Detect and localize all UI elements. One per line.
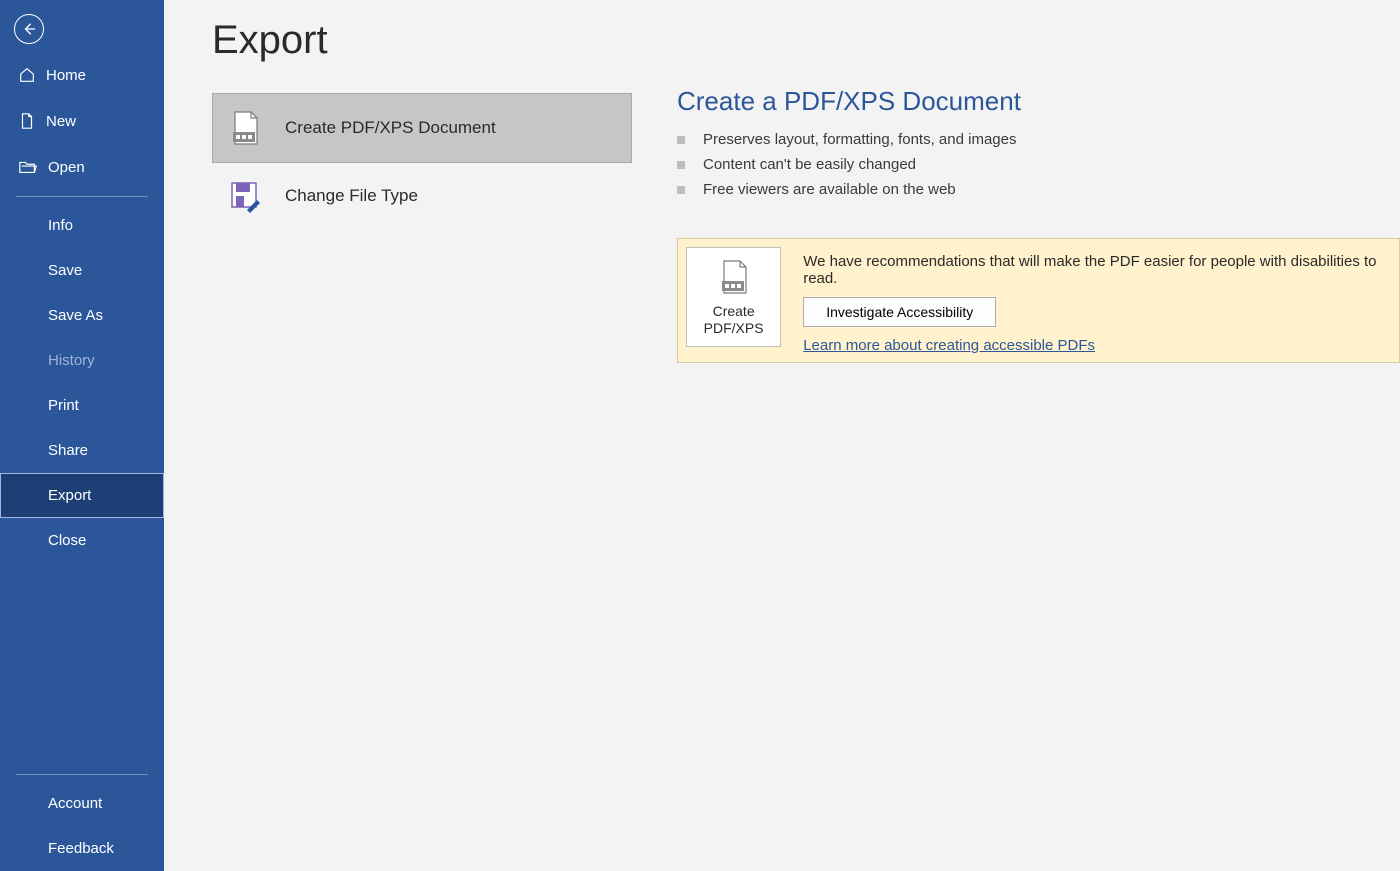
sidebar-item-feedback[interactable]: Feedback — [0, 826, 164, 871]
sidebar-divider — [16, 196, 148, 197]
sidebar-item-new[interactable]: New — [0, 98, 164, 144]
sidebar-item-label: Save As — [48, 307, 103, 324]
sidebar-item-label: Export — [48, 487, 91, 504]
pdf-file-icon — [716, 257, 752, 297]
learn-more-link[interactable]: Learn more about creating accessible PDF… — [803, 337, 1095, 354]
create-tile-label: Create PDF/XPS — [687, 303, 780, 338]
sidebar-item-label: Open — [48, 159, 85, 176]
sidebar-item-home[interactable]: Home — [0, 52, 164, 98]
arrow-left-icon — [22, 22, 36, 36]
sidebar: Home New Open Info Save Save As History … — [0, 0, 164, 871]
sidebar-item-account[interactable]: Account — [0, 781, 164, 826]
tip-text: We have recommendations that will make t… — [803, 253, 1391, 287]
sidebar-divider — [16, 774, 148, 775]
option-change-file-type[interactable]: Change File Type — [212, 163, 632, 229]
detail-bullets: Preserves layout, formatting, fonts, and… — [677, 127, 1400, 202]
detail-heading: Create a PDF/XPS Document — [677, 86, 1400, 117]
sidebar-item-label: Account — [48, 795, 102, 812]
export-options-column: Export Create PDF/XPS Document Change Fi… — [212, 0, 632, 871]
bullet-row: Content can't be easily changed — [677, 152, 1400, 177]
sidebar-item-label: Info — [48, 217, 73, 234]
bullet-text: Preserves layout, formatting, fonts, and… — [703, 131, 1016, 148]
bullet-square-icon — [677, 186, 685, 194]
main-content: Export Create PDF/XPS Document Change Fi… — [164, 0, 1400, 871]
sidebar-item-label: Share — [48, 442, 88, 459]
sidebar-item-save[interactable]: Save — [0, 248, 164, 293]
bullet-square-icon — [677, 161, 685, 169]
sidebar-item-label: Home — [46, 67, 86, 84]
bullet-row: Free viewers are available on the web — [677, 177, 1400, 202]
create-pdf-xps-button[interactable]: Create PDF/XPS — [686, 247, 781, 347]
sidebar-item-close[interactable]: Close — [0, 518, 164, 563]
sidebar-item-label: Save — [48, 262, 82, 279]
option-label: Change File Type — [285, 186, 418, 206]
sidebar-item-label: Feedback — [48, 840, 114, 857]
back-button[interactable] — [14, 14, 44, 44]
sidebar-item-export[interactable]: Export — [0, 473, 164, 518]
sidebar-item-label: History — [48, 352, 95, 369]
document-icon — [18, 112, 36, 130]
sidebar-item-info[interactable]: Info — [0, 203, 164, 248]
pdf-file-icon — [227, 108, 263, 148]
home-icon — [18, 66, 36, 84]
sidebar-item-label: Print — [48, 397, 79, 414]
sidebar-item-print[interactable]: Print — [0, 383, 164, 428]
page-title: Export — [212, 18, 632, 63]
bullet-row: Preserves layout, formatting, fonts, and… — [677, 127, 1400, 152]
bullet-text: Free viewers are available on the web — [703, 181, 956, 198]
sidebar-item-save-as[interactable]: Save As — [0, 293, 164, 338]
sidebar-item-history: History — [0, 338, 164, 383]
bullet-text: Content can't be easily changed — [703, 156, 916, 173]
accessibility-panel: Create PDF/XPS We have recommendations t… — [677, 238, 1400, 363]
option-create-pdf-xps[interactable]: Create PDF/XPS Document — [212, 93, 632, 163]
option-label: Create PDF/XPS Document — [285, 118, 496, 138]
sidebar-item-label: Close — [48, 532, 86, 549]
export-detail-column: Create a PDF/XPS Document Preserves layo… — [632, 0, 1400, 871]
sidebar-item-label: New — [46, 113, 76, 130]
accessibility-tip: We have recommendations that will make t… — [803, 247, 1391, 354]
bullet-square-icon — [677, 136, 685, 144]
save-as-icon — [227, 178, 263, 214]
folder-open-icon — [18, 158, 38, 176]
investigate-accessibility-button[interactable]: Investigate Accessibility — [803, 297, 996, 327]
sidebar-item-share[interactable]: Share — [0, 428, 164, 473]
sidebar-item-open[interactable]: Open — [0, 144, 164, 190]
